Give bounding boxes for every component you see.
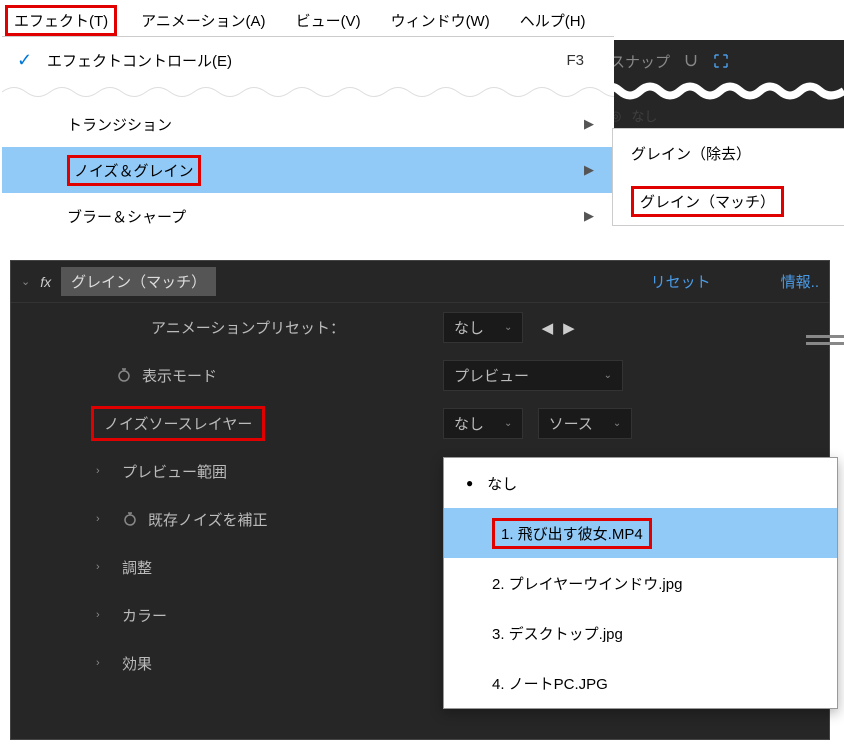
preset-label: アニメーションプリセット： (151, 317, 345, 338)
fx-badge-icon[interactable]: fx (40, 274, 51, 290)
layer-label: 2. プレイヤーウインドウ.jpg (492, 573, 682, 594)
layer-option-none[interactable]: ● なし (444, 458, 837, 508)
noise-grain-submenu: グレイン（除去） グレイン（マッチ） (612, 128, 844, 226)
prop-label: カラー (122, 605, 167, 626)
layer-label: なし (487, 473, 517, 494)
chevron-down-icon: ⌄ (613, 418, 621, 429)
layer-label: 3. デスクトップ.jpg (492, 623, 623, 644)
layer-picker-popup: ● なし 1. 飛び出す彼女.MP4 2. プレイヤーウインドウ.jpg 3. … (443, 457, 838, 709)
fullscreen-icon[interactable] (712, 52, 730, 70)
chevron-right-icon: › (96, 465, 112, 477)
effect-dropdown: ✓ エフェクトコントロール(E) F3 トランジション ▶ ノイズ＆グレイン ▶… (2, 36, 614, 239)
menu-noise-grain[interactable]: ノイズ＆グレイン ▶ (2, 147, 614, 193)
menu-item-label: トランジション (67, 114, 584, 135)
chevron-down-icon: ⌄ (504, 322, 512, 333)
check-icon: ✓ (17, 50, 47, 71)
menu-transition[interactable]: トランジション ▶ (2, 101, 614, 147)
prop-animation-preset: アニメーションプリセット： なし ⌄ ◀ ▶ (11, 303, 829, 351)
noise-layer-dropdown[interactable]: なし ⌄ (443, 408, 523, 439)
chevron-right-icon: ▶ (584, 116, 594, 132)
menu-animation[interactable]: アニメーション(A) (135, 8, 271, 33)
menubar: エフェクト(T) アニメーション(A) ビュー(V) ウィンドウ(W) ヘルプ(… (0, 0, 844, 36)
layer-label: 4. ノートPC.JPG (492, 673, 608, 694)
twist-down-icon[interactable]: ⌄ (21, 275, 30, 288)
dropdown-value: ソース (549, 413, 593, 434)
prop-label: 既存ノイズを補正 (148, 509, 268, 530)
chevron-right-icon: › (96, 561, 112, 573)
layer-option-4[interactable]: 4. ノートPC.JPG (444, 658, 837, 708)
preset-nav: ◀ ▶ (542, 319, 575, 337)
layer-option-1[interactable]: 1. 飛び出す彼女.MP4 (444, 508, 837, 558)
chevron-down-icon: ⌄ (504, 418, 512, 429)
prop-label: ノイズソースレイヤー (91, 406, 265, 441)
effect-header: ⌄ fx グレイン（マッチ） リセット 情報.. (11, 261, 829, 303)
submenu-label: グレイン（マッチ） (631, 186, 784, 217)
submenu-label: グレイン（除去） (631, 143, 751, 164)
snap-label: スナップ (610, 51, 670, 72)
menu-effect-controls[interactable]: ✓ エフェクトコントロール(E) F3 (2, 37, 614, 83)
display-mode-dropdown[interactable]: プレビュー ⌄ (443, 360, 623, 391)
layer-option-3[interactable]: 3. デスクトップ.jpg (444, 608, 837, 658)
submenu-grain-remove[interactable]: グレイン（除去） (613, 129, 844, 177)
layer-label: 1. 飛び出す彼女.MP4 (492, 518, 652, 549)
menu-item-label: エフェクトコントロール(E) (47, 50, 566, 71)
effect-controls-panel: ⌄ fx グレイン（マッチ） リセット 情報.. アニメーションプリセット： な… (10, 260, 830, 740)
chevron-right-icon: › (96, 609, 112, 621)
chevron-right-icon: ▶ (584, 208, 594, 224)
menu-item-label: ノイズ＆グレイン (67, 155, 584, 186)
menu-view[interactable]: ビュー(V) (290, 8, 367, 33)
next-arrow-icon[interactable]: ▶ (563, 319, 575, 337)
chevron-right-icon: › (96, 657, 112, 669)
prop-display-mode: 表示モード プレビュー ⌄ (11, 351, 829, 399)
info-link[interactable]: 情報.. (781, 271, 819, 292)
right-panel-row: ◎なし (600, 100, 844, 131)
dropdown-value: プレビュー (454, 365, 529, 386)
dropdown-value: なし (454, 413, 484, 434)
submenu-grain-match[interactable]: グレイン（マッチ） (613, 177, 844, 225)
bullet-icon: ● (466, 476, 473, 490)
prop-label: 表示モード (142, 365, 217, 386)
shortcut-label: F3 (566, 52, 584, 69)
noise-source-dropdown[interactable]: ソース ⌄ (538, 408, 633, 439)
menu-blur-sharpen[interactable]: ブラー＆シャープ ▶ (2, 193, 614, 239)
timeline-tracks (806, 335, 844, 355)
menu-item-label: ブラー＆シャープ (67, 206, 584, 227)
prop-label: プレビュー範囲 (122, 461, 227, 482)
chevron-down-icon: ⌄ (604, 370, 612, 381)
menu-window[interactable]: ウィンドウ(W) (385, 8, 496, 33)
prev-arrow-icon[interactable]: ◀ (542, 319, 554, 337)
right-tools-panel: スナップ ◎なし (600, 40, 844, 131)
stopwatch-icon[interactable] (122, 511, 138, 527)
stopwatch-icon[interactable] (116, 367, 132, 383)
prop-noise-source-layer: ノイズソースレイヤー なし ⌄ ソース ⌄ (11, 399, 829, 447)
prop-label: 効果 (122, 653, 152, 674)
preset-dropdown[interactable]: なし ⌄ (443, 312, 523, 343)
menu-help[interactable]: ヘルプ(H) (514, 8, 592, 33)
prop-label: 調整 (122, 557, 152, 578)
reset-link[interactable]: リセット (651, 271, 711, 292)
menu-effect[interactable]: エフェクト(T) (5, 5, 117, 36)
chevron-right-icon[interactable]: › (96, 513, 112, 525)
effect-title[interactable]: グレイン（マッチ） (61, 267, 216, 296)
snap-magnet-icon[interactable] (682, 52, 700, 70)
chevron-right-icon: ▶ (584, 162, 594, 178)
preset-value: なし (454, 317, 484, 338)
layer-option-2[interactable]: 2. プレイヤーウインドウ.jpg (444, 558, 837, 608)
